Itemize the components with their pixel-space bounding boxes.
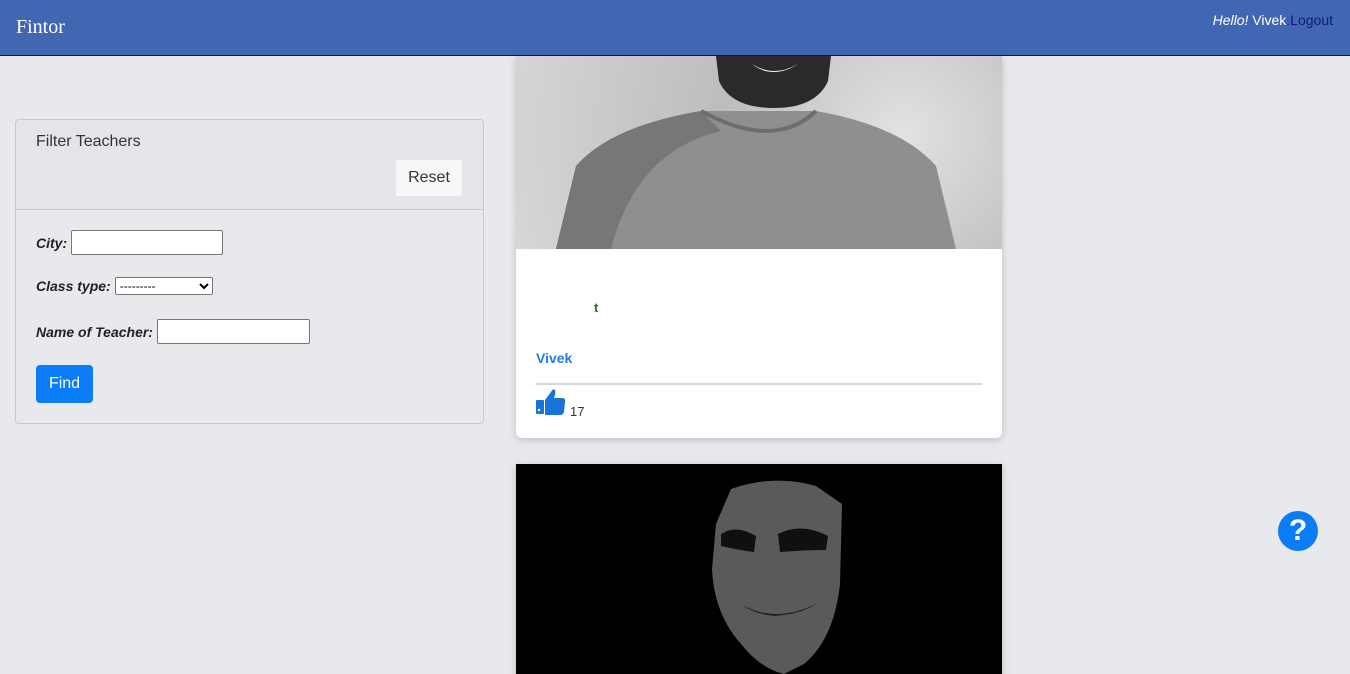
reset-button[interactable]: Reset bbox=[395, 159, 463, 197]
class-type-field-row: Class type: --------- bbox=[36, 277, 213, 295]
navbar: Fintor Hello! Vivek.Logout bbox=[0, 0, 1350, 56]
help-icon[interactable]: ? bbox=[1278, 511, 1318, 551]
thumbs-up-icon[interactable] bbox=[536, 388, 566, 421]
teacher-subject: t bbox=[594, 300, 599, 315]
username: Vivek bbox=[1252, 12, 1287, 28]
logout-link[interactable]: Logout bbox=[1290, 12, 1333, 28]
teacher-name-input[interactable] bbox=[156, 319, 310, 344]
filter-panel: Filter Teachers Reset City: Class type: … bbox=[15, 119, 484, 424]
class-type-select[interactable]: --------- bbox=[114, 277, 213, 295]
teacher-card[interactable]: t Vivek 17 bbox=[516, 56, 1002, 438]
like-row: 17 bbox=[536, 388, 584, 421]
teacher-photo-image bbox=[556, 56, 956, 249]
filter-title: Filter Teachers bbox=[36, 133, 141, 150]
class-type-label: Class type: bbox=[36, 278, 111, 294]
find-button[interactable]: Find bbox=[36, 365, 93, 403]
teacher-name-link[interactable]: Vivek bbox=[536, 350, 572, 366]
like-count: 17 bbox=[570, 404, 585, 419]
teacher-name-label: Name of Teacher: bbox=[36, 323, 153, 340]
brand-logo[interactable]: Fintor bbox=[16, 16, 65, 39]
card-divider bbox=[536, 383, 982, 385]
filter-header: Filter Teachers Reset bbox=[16, 120, 483, 210]
teacher-photo-image bbox=[712, 480, 842, 674]
teacher-photo[interactable] bbox=[516, 56, 1002, 249]
city-input[interactable] bbox=[71, 230, 224, 255]
teacher-card[interactable] bbox=[516, 464, 1002, 674]
user-greeting: Hello! Vivek.Logout bbox=[1213, 12, 1333, 28]
city-field-row: City: bbox=[36, 230, 224, 255]
teacher-name-field-row: Name of Teacher: bbox=[36, 319, 310, 344]
city-label: City: bbox=[36, 234, 68, 251]
greeting-text: Hello! bbox=[1212, 12, 1249, 28]
